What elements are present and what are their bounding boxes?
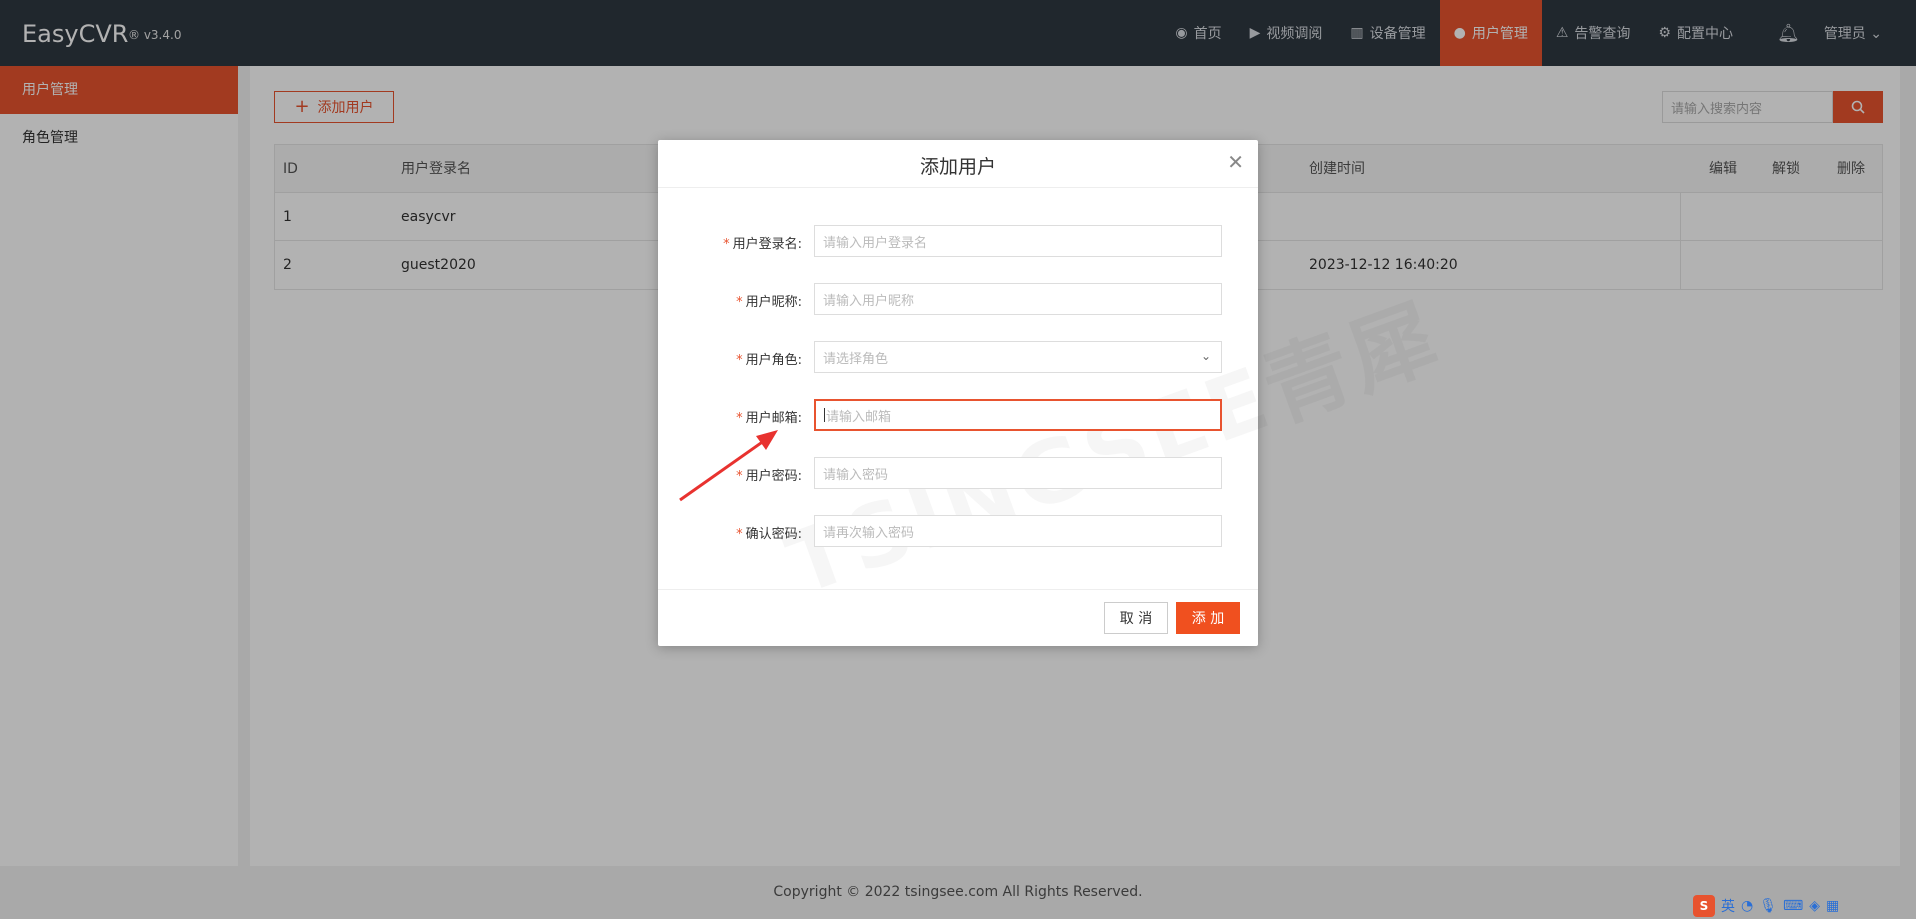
confirm-password-input[interactable]: 请再次输入密码 bbox=[814, 515, 1222, 547]
text-caret bbox=[824, 408, 825, 422]
sogou-ime-icon[interactable]: S bbox=[1693, 895, 1715, 917]
required-mark: * bbox=[736, 295, 743, 310]
required-mark: * bbox=[736, 411, 743, 426]
email-placeholder: 请输入邮箱 bbox=[826, 409, 892, 425]
required-mark: * bbox=[736, 469, 743, 484]
required-mark: * bbox=[723, 237, 730, 252]
nickname-input[interactable]: 请输入用户昵称 bbox=[814, 283, 1222, 315]
form-row-nickname: * 用户昵称: 请输入用户昵称 bbox=[658, 283, 1258, 317]
password-input[interactable]: 请输入密码 bbox=[814, 457, 1222, 489]
form-row-login: * 用户登录名: 请输入用户登录名 bbox=[658, 225, 1258, 259]
required-mark: * bbox=[736, 527, 743, 542]
dialog-title: 添加用户 bbox=[919, 156, 996, 178]
field-label: * 用户角色: bbox=[736, 353, 802, 368]
form-row-role: * 用户角色: 请选择角色 ⌄ bbox=[658, 341, 1258, 375]
punctuation-icon[interactable]: ◔ bbox=[1741, 898, 1753, 914]
microphone-icon[interactable]: 🎙︎ bbox=[1759, 898, 1777, 914]
field-label: * 用户登录名: bbox=[723, 237, 802, 252]
role-select-placeholder: 请选择角色 bbox=[823, 351, 889, 367]
keyboard-icon[interactable]: ⌨ bbox=[1783, 898, 1803, 914]
ime-language[interactable]: 英 bbox=[1721, 896, 1735, 916]
ime-toolbar: S 英 ◔ 🎙︎ ⌨ ◈ ▦ bbox=[1693, 894, 1839, 918]
role-select[interactable]: 请选择角色 ⌄ bbox=[814, 341, 1222, 373]
login-name-input[interactable]: 请输入用户登录名 bbox=[814, 225, 1222, 257]
cancel-button[interactable]: 取 消 bbox=[1104, 602, 1168, 634]
required-mark: * bbox=[736, 353, 743, 368]
form-row-confirm-password: * 确认密码: 请再次输入密码 bbox=[658, 515, 1258, 549]
form-row-password: * 用户密码: 请输入密码 bbox=[658, 457, 1258, 491]
close-icon[interactable]: ✕ bbox=[1227, 150, 1244, 174]
dialog-header: 添加用户 ✕ bbox=[658, 140, 1258, 188]
field-label: * 用户昵称: bbox=[736, 295, 802, 310]
tools-icon[interactable]: ▦ bbox=[1826, 898, 1839, 914]
chevron-down-icon: ⌄ bbox=[1200, 349, 1211, 363]
field-label: * 确认密码: bbox=[736, 527, 802, 542]
field-label: * 用户密码: bbox=[736, 469, 802, 484]
submit-add-button[interactable]: 添 加 bbox=[1176, 602, 1240, 634]
email-field[interactable]: 请输入邮箱 bbox=[814, 399, 1222, 431]
add-user-dialog: TSINGSEE青犀 添加用户 ✕ *用户登录名: 请输入用户登录名 *用户昵称… bbox=[658, 140, 1258, 646]
field-label: * 用户邮箱: bbox=[736, 411, 802, 426]
form-row-email: * 用户邮箱: 请输入邮箱 bbox=[658, 399, 1258, 433]
dialog-footer: 取 消 添 加 bbox=[658, 589, 1258, 646]
skin-icon[interactable]: ◈ bbox=[1809, 898, 1820, 914]
